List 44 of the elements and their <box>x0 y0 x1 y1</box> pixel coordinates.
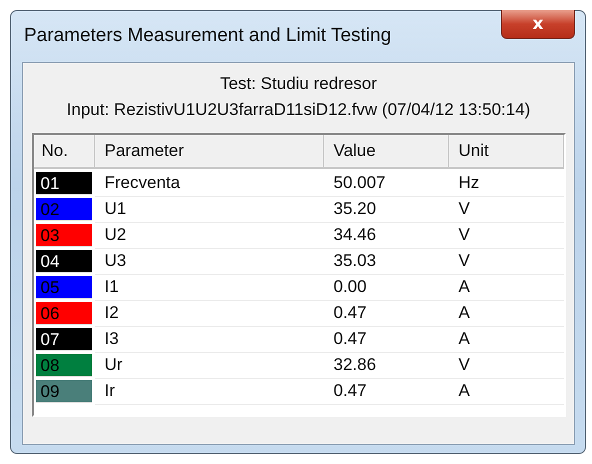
table-cell: U2 <box>94 223 324 249</box>
table-cell: A <box>448 275 564 301</box>
row-number: 07 <box>36 328 92 351</box>
table-cell: V <box>448 197 564 223</box>
table-cell: A <box>448 327 564 353</box>
row-number: 01 <box>36 172 92 195</box>
table-cell: V <box>448 353 564 379</box>
table-cell: U1 <box>94 197 324 223</box>
table-cell: 35.03 <box>324 249 448 275</box>
table-cell: V <box>448 223 564 249</box>
table-cell: 34.46 <box>324 223 448 249</box>
table-cell: 0.47 <box>324 327 448 353</box>
column-header[interactable]: Unit <box>448 135 564 169</box>
table-cell: I2 <box>94 301 324 327</box>
table-cell: 0.00 <box>324 275 448 301</box>
row-number: 03 <box>36 224 92 247</box>
column-header[interactable]: Value <box>324 135 448 169</box>
row-number: 09 <box>36 380 92 403</box>
table-cell: Ir <box>94 379 324 405</box>
table-cell: A <box>448 379 564 405</box>
table-cell: V <box>448 249 564 275</box>
column-header[interactable]: Parameter <box>94 135 324 169</box>
row-number: 08 <box>36 354 92 377</box>
table-cell: 35.20 <box>324 197 448 223</box>
close-button[interactable]: x <box>501 10 575 39</box>
table-cell: Ur <box>94 353 324 379</box>
row-number: 06 <box>36 302 92 325</box>
input-label: Input: RezistivU1U2U3farraD11siD12.fvw (07/04/12 13:50:14) <box>66 99 530 121</box>
row-number: 05 <box>36 276 92 299</box>
column-header[interactable]: No. <box>34 135 94 169</box>
table-cell: Frecventa <box>94 171 324 197</box>
table-cell: Hz <box>448 171 564 197</box>
table-cell: U3 <box>94 249 324 275</box>
test-label: Test: Studiu redresor <box>220 73 377 95</box>
table-cell: 32.86 <box>324 353 448 379</box>
table-cell: 0.47 <box>324 301 448 327</box>
table-cell: 0.47 <box>324 379 448 405</box>
row-number: 02 <box>36 198 92 221</box>
table-cell: A <box>448 301 564 327</box>
window-title: Parameters Measurement and Limit Testing <box>24 24 392 46</box>
table-cell: I1 <box>94 275 324 301</box>
table-cell: I3 <box>94 327 324 353</box>
row-number: 04 <box>36 250 92 273</box>
table-cell: 50.007 <box>324 171 448 197</box>
